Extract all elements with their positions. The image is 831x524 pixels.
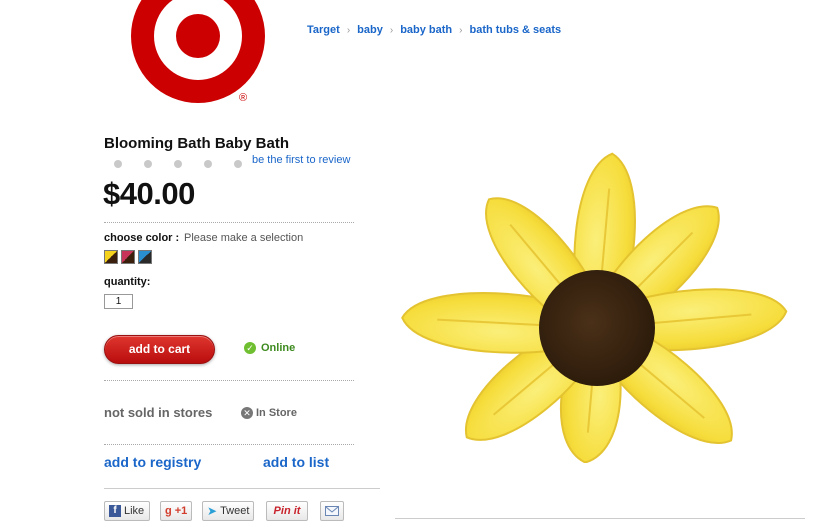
chevron-right-icon: ›	[459, 24, 463, 36]
in-store-text: In Store	[256, 407, 297, 419]
rating-dot	[114, 160, 122, 168]
add-to-cart-button[interactable]: add to cart	[104, 335, 215, 364]
add-to-registry-link[interactable]: add to registry	[104, 454, 201, 470]
product-image	[401, 152, 788, 463]
google-plus-icon: g	[165, 505, 172, 517]
divider	[104, 488, 380, 489]
in-store-availability: ✕ In Store	[241, 407, 297, 419]
breadcrumb-baby-bath[interactable]: baby bath	[400, 24, 452, 36]
rating-dot	[204, 160, 212, 168]
choose-color-label: choose color :	[104, 232, 180, 244]
email-share-button[interactable]	[320, 501, 344, 521]
rating-dot	[234, 160, 242, 168]
first-review-link[interactable]: be the first to review	[252, 154, 350, 166]
divider	[395, 518, 805, 519]
online-availability: ✓ Online	[244, 342, 295, 354]
divider	[104, 380, 354, 381]
breadcrumb-bath-tubs-seats[interactable]: bath tubs & seats	[469, 24, 561, 36]
target-logo[interactable]: ®	[130, 0, 270, 105]
registered-mark: ®	[239, 92, 247, 104]
breadcrumb-baby[interactable]: baby	[357, 24, 383, 36]
quantity-input[interactable]	[104, 294, 133, 309]
google-plus-label: +1	[174, 505, 188, 517]
envelope-icon	[325, 506, 339, 516]
pin-it-button[interactable]: Pin it	[266, 501, 308, 521]
divider	[104, 222, 354, 223]
flower-center	[539, 270, 655, 386]
google-plus-one-button[interactable]: g +1	[160, 501, 192, 521]
pin-it-label: Pin it	[273, 505, 301, 517]
facebook-like-button[interactable]: f Like	[104, 501, 150, 521]
twitter-bird-icon: ➤	[207, 504, 218, 518]
not-sold-in-stores-text: not sold in stores	[104, 405, 213, 420]
swatch-yellow[interactable]	[104, 250, 118, 264]
breadcrumb-target[interactable]: Target	[307, 24, 340, 36]
online-status-text: Online	[261, 342, 296, 354]
rating-dot	[144, 160, 152, 168]
logo-bullseye	[176, 14, 220, 58]
swatch-blue[interactable]	[138, 250, 152, 264]
facebook-icon: f	[109, 505, 121, 517]
add-to-list-link[interactable]: add to list	[263, 454, 329, 470]
product-price: $40.00	[103, 176, 195, 211]
product-title: Blooming Bath Baby Bath	[104, 135, 290, 152]
quantity-label: quantity:	[104, 276, 151, 288]
tweet-label: Tweet	[220, 505, 250, 517]
breadcrumb: Target › baby › baby bath › bath tubs & …	[307, 24, 561, 36]
chevron-right-icon: ›	[389, 24, 394, 36]
check-circle-icon: ✓	[244, 342, 256, 354]
swatch-pink[interactable]	[121, 250, 135, 264]
chevron-right-icon: ›	[346, 24, 351, 36]
tweet-button[interactable]: ➤ Tweet	[202, 501, 254, 521]
rating-dot	[174, 160, 182, 168]
x-circle-icon: ✕	[241, 407, 253, 419]
color-selection-hint: Please make a selection	[184, 232, 304, 244]
color-swatches	[104, 250, 152, 264]
rating-dots	[114, 160, 242, 168]
facebook-like-label: Like	[124, 505, 145, 517]
divider	[104, 444, 354, 445]
